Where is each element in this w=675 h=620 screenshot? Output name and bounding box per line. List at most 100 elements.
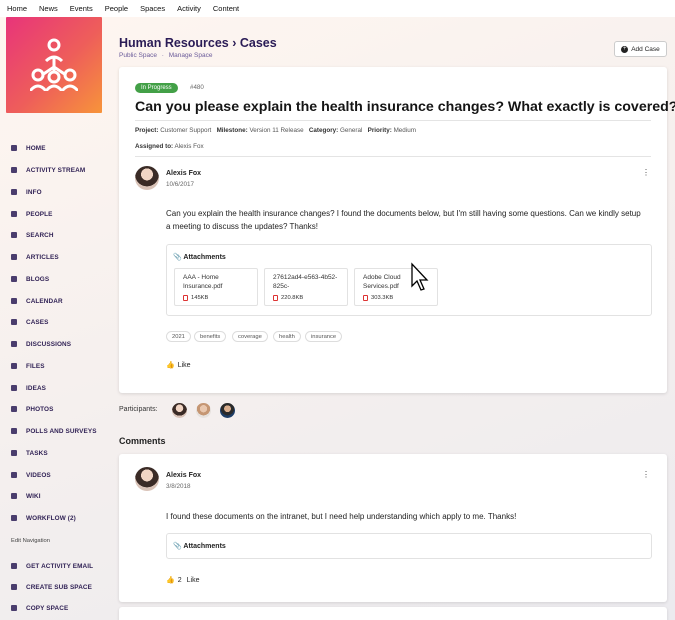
divider xyxy=(135,120,651,121)
tag-chip[interactable]: health xyxy=(273,331,301,342)
topnav-home[interactable]: Home xyxy=(7,4,27,13)
breadcrumb-separator: · xyxy=(161,52,164,59)
tag-chip[interactable]: insurance xyxy=(305,331,343,342)
case-meta: Project: Customer Support Milestone: Ver… xyxy=(135,127,416,134)
tag-chip[interactable]: benefits xyxy=(194,331,227,342)
home-icon xyxy=(11,145,17,151)
project-label: Project: xyxy=(135,127,159,134)
sidebar-item-label: ARTICLES xyxy=(26,253,59,261)
comment-like-button[interactable]: 👍 2 Like xyxy=(166,576,200,585)
plus-icon: + xyxy=(621,45,629,53)
author-avatar[interactable] xyxy=(135,166,159,190)
folder-icon xyxy=(11,363,17,369)
topnav-activity[interactable]: Activity xyxy=(177,4,201,13)
status-badge: In Progress xyxy=(135,83,178,93)
sidebar-item-search[interactable]: SEARCH xyxy=(11,229,54,241)
commenter-avatar[interactable] xyxy=(135,467,159,491)
cases-icon xyxy=(11,319,17,325)
file-size: 145KB xyxy=(191,295,209,301)
blog-icon xyxy=(11,276,17,282)
comment-date: 3/8/2018 xyxy=(166,483,191,490)
attachments-label: Attachments xyxy=(183,254,226,261)
file-card[interactable]: AAA - Home Insurance.pdf 145KB xyxy=(174,268,258,306)
sidebar-action-label: COPY SPACE xyxy=(26,604,69,612)
sidebar-item-label: IDEAS xyxy=(26,384,47,392)
topnav-spaces[interactable]: Spaces xyxy=(140,4,165,13)
sidebar-item-activity-stream[interactable]: ACTIVITY STREAM xyxy=(11,164,85,176)
sidebar-item-discussions[interactable]: DISCUSSIONS xyxy=(11,338,71,350)
sidebar-item-label: DISCUSSIONS xyxy=(26,340,72,348)
sidebar-item-polls-and-surveys[interactable]: POLLS AND SURVEYS xyxy=(11,425,97,437)
tag-chip[interactable]: coverage xyxy=(232,331,268,342)
comment-attachments-title: 📎 Attachments xyxy=(173,542,226,550)
milestone-value[interactable]: Version 11 Release xyxy=(249,127,303,134)
sidebar-item-files[interactable]: FILES xyxy=(11,360,45,372)
more-options-icon[interactable]: ⋮ xyxy=(642,168,650,177)
sidebar-action-label: GET ACTIVITY EMAIL xyxy=(26,562,94,570)
add-case-label: Add Case xyxy=(631,45,660,53)
tasks-icon xyxy=(11,450,17,456)
breadcrumb: Public Space · Manage Space xyxy=(119,52,277,59)
sidebar-action-copy-space[interactable]: COPY SPACE xyxy=(11,602,68,614)
file-size: 303.3KB xyxy=(371,295,394,301)
project-value[interactable]: Customer Support xyxy=(160,127,211,134)
topnav-news[interactable]: News xyxy=(39,4,58,13)
info-icon xyxy=(11,189,17,195)
more-options-icon[interactable]: ⋮ xyxy=(642,470,650,479)
like-label: Like xyxy=(186,576,200,584)
sidebar-item-home[interactable]: HOME xyxy=(11,142,46,154)
space-logo[interactable] xyxy=(6,17,102,113)
sidebar-item-label: VIDEOS xyxy=(26,471,51,479)
topnav-people[interactable]: People xyxy=(105,4,128,13)
sidebar-item-tasks[interactable]: TASKS xyxy=(11,447,48,459)
sitemap-icon xyxy=(11,584,17,590)
sidebar-item-wiki[interactable]: WIKI xyxy=(11,490,41,502)
manage-space-link[interactable]: Manage Space xyxy=(169,52,213,59)
sidebar-item-people[interactable]: PEOPLE xyxy=(11,208,53,220)
sidebar-action-create-sub-space[interactable]: CREATE SUB SPACE xyxy=(11,581,92,593)
public-space-link[interactable]: Public Space xyxy=(119,52,157,59)
sidebar-item-label: PEOPLE xyxy=(26,210,53,218)
participant-avatar[interactable] xyxy=(220,403,235,418)
sidebar-item-articles[interactable]: ARTICLES xyxy=(11,251,59,263)
file-name: 27612ad4-e563-4b52-825c- xyxy=(273,274,338,290)
pdf-icon xyxy=(183,295,188,301)
sidebar-action-label: CREATE SUB SPACE xyxy=(26,583,92,591)
assigned-meta: Assigned to: Alexis Fox xyxy=(135,143,204,150)
sidebar-item-videos[interactable]: VIDEOS xyxy=(11,469,51,481)
sidebar-item-calendar[interactable]: CALENDAR xyxy=(11,295,63,307)
article-icon xyxy=(11,254,17,260)
like-button[interactable]: 👍 Like xyxy=(166,361,191,370)
sidebar-action-get-activity-email[interactable]: GET ACTIVITY EMAIL xyxy=(11,560,93,572)
photo-icon xyxy=(11,406,17,412)
topnav-content[interactable]: Content xyxy=(213,4,239,13)
sidebar-item-photos[interactable]: PHOTOS xyxy=(11,403,53,415)
category-value[interactable]: General xyxy=(340,127,362,134)
email-icon xyxy=(11,563,17,569)
assigned-value[interactable]: Alexis Fox xyxy=(175,143,204,150)
file-card[interactable]: 27612ad4-e563-4b52-825c- 220.8KB xyxy=(264,268,348,306)
edit-navigation-link[interactable]: Edit Navigation xyxy=(11,538,50,544)
participant-avatar[interactable] xyxy=(172,403,187,418)
post-author[interactable]: Alexis Fox xyxy=(166,170,201,177)
sidebar-item-workflow-2[interactable]: WORKFLOW (2) xyxy=(11,512,76,524)
topnav-events[interactable]: Events xyxy=(70,4,93,13)
paperclip-icon: 📎 xyxy=(173,254,182,261)
add-case-button[interactable]: + Add Case xyxy=(614,41,667,57)
participant-avatar[interactable] xyxy=(196,403,211,418)
tag-chip[interactable]: 2021 xyxy=(166,331,191,342)
paperclip-icon: 📎 xyxy=(173,543,182,550)
comment-attachments-panel xyxy=(166,533,652,559)
sidebar-item-info[interactable]: INFO xyxy=(11,186,42,198)
sidebar-item-label: CASES xyxy=(26,318,49,326)
sidebar-item-blogs[interactable]: BLOGS xyxy=(11,273,49,285)
case-title: Can you please explain the health insura… xyxy=(135,99,675,115)
sidebar-item-ideas[interactable]: IDEAS xyxy=(11,382,46,394)
comment-author[interactable]: Alexis Fox xyxy=(166,472,201,479)
thumbs-up-icon: 👍 xyxy=(166,362,175,369)
page-title: Human Resources › Cases xyxy=(119,36,277,50)
poll-icon xyxy=(11,428,17,434)
sidebar-item-label: CALENDAR xyxy=(26,297,63,305)
sidebar-item-cases[interactable]: CASES xyxy=(11,316,49,328)
post-date: 10/6/2017 xyxy=(166,181,195,188)
